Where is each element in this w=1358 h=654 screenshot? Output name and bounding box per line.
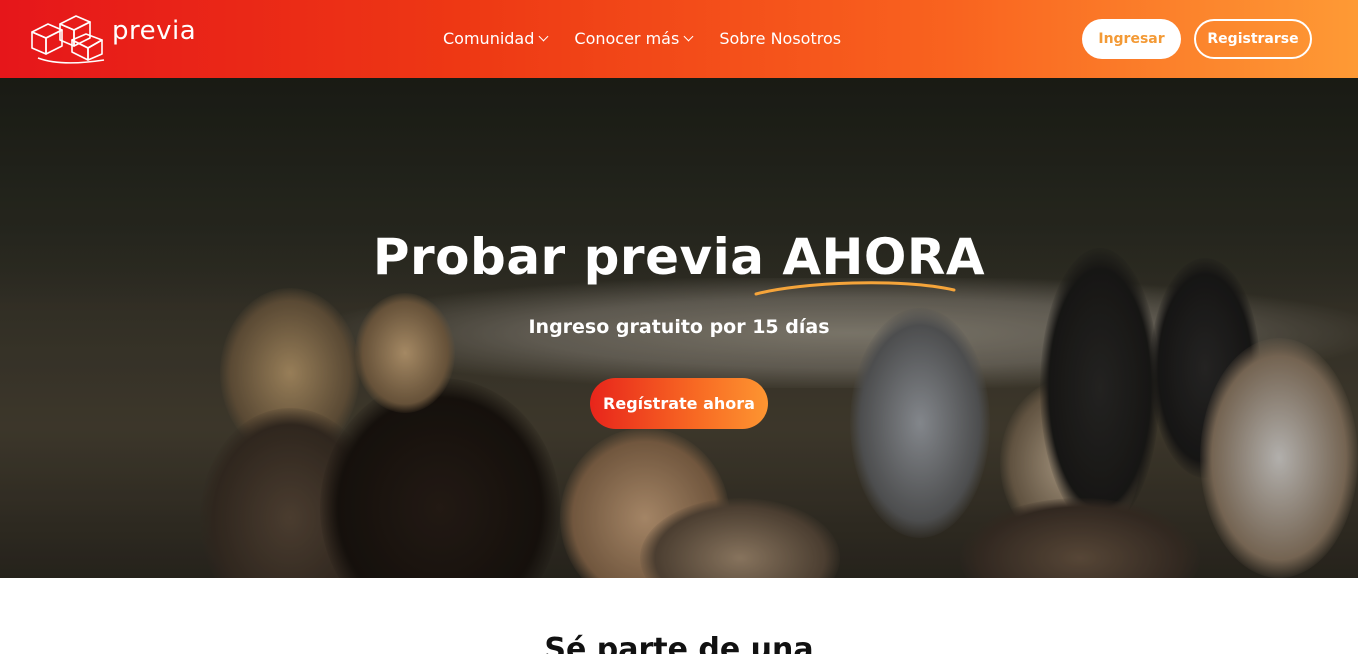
nav-item-sobre-nosotros[interactable]: Sobre Nosotros <box>719 29 841 48</box>
hero-title: Probar previa AHORA <box>372 228 986 286</box>
register-now-button[interactable]: Regístrate ahora <box>590 378 768 429</box>
hero-subtitle: Ingreso gratuito por 15 días <box>528 316 830 338</box>
top-navbar: previa Comunidad Conocer más Sobre Nosot… <box>0 0 1358 78</box>
nav-item-label: Conocer más <box>574 29 680 48</box>
brand-name: previa <box>112 16 197 46</box>
brand-logo-link[interactable]: previa <box>28 10 196 66</box>
login-button[interactable]: Ingresar <box>1082 19 1181 59</box>
nav-item-conocer-mas[interactable]: Conocer más <box>574 29 694 48</box>
register-button[interactable]: Registrarse <box>1194 19 1312 59</box>
main-nav: Comunidad Conocer más Sobre Nosotros <box>443 29 868 48</box>
chevron-down-icon <box>683 31 694 42</box>
cubes-logo-icon <box>31 15 105 64</box>
chevron-down-icon <box>538 31 549 42</box>
nav-item-label: Sobre Nosotros <box>719 29 842 48</box>
section-heading: Sé parte de una <box>544 632 814 654</box>
nav-item-label: Comunidad <box>443 29 535 48</box>
nav-item-comunidad[interactable]: Comunidad <box>443 29 549 48</box>
hero-section: Probar previa AHORA Ingreso gratuito por… <box>0 78 1358 578</box>
title-underline-decoration <box>754 281 956 296</box>
